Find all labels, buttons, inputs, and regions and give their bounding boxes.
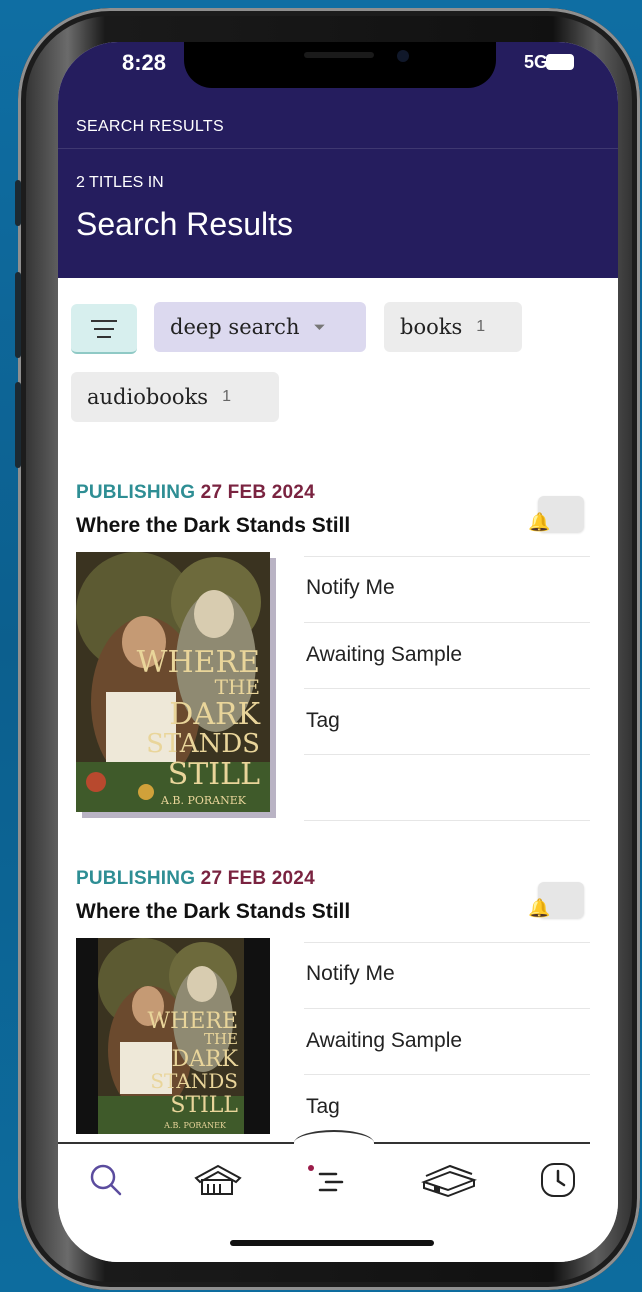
books-icon[interactable] (420, 1160, 478, 1200)
volume-down-button (15, 382, 21, 468)
publishing-date: 27 FEB 2024 (200, 868, 315, 889)
chip-audiobooks[interactable]: audiobooks 1 (71, 372, 279, 422)
volume-up-button (15, 272, 21, 358)
notify-me-action[interactable]: Notify Me (306, 962, 395, 986)
chip-audiobooks-count: 1 (222, 388, 231, 405)
battery-icon (546, 54, 574, 70)
book-cover[interactable]: WHERE THE DARK STANDS STILL A.B. PORANEK (76, 938, 270, 1134)
filter-button[interactable] (71, 304, 137, 354)
cover-title-line-2: THE (204, 1030, 238, 1048)
menu-icon[interactable] (306, 1160, 346, 1200)
book-title[interactable]: Where the Dark Stands Still (76, 514, 350, 538)
publishing-status: PUBLISHING 27 FEB 2024 (76, 482, 315, 504)
awaiting-sample-action[interactable]: Awaiting Sample (306, 1029, 462, 1053)
library-icon[interactable] (190, 1160, 246, 1200)
publishing-status: PUBLISHING 27 FEB 2024 (76, 868, 315, 890)
status-time: 8:28 (122, 50, 167, 75)
search-icon[interactable] (86, 1160, 126, 1200)
cover-title-line-4: STANDS (150, 1069, 238, 1093)
cover-author: A.B. PORANEK (163, 1121, 227, 1130)
book-cover[interactable]: WHERE THE DARK STANDS STILL A.B. PORANEK (76, 552, 270, 812)
tag-action[interactable]: Tag (306, 709, 340, 733)
book-title[interactable]: Where the Dark Stands Still (76, 900, 350, 924)
page-title: Search Results (76, 206, 293, 242)
cover-title-line-5: STILL (168, 757, 260, 792)
chip-deep-search[interactable]: deep search ⏷ (154, 302, 366, 352)
header-divider (58, 148, 618, 149)
chip-books-count: 1 (476, 318, 486, 335)
cover-title-line-2: THE (215, 675, 260, 699)
chip-books[interactable]: books 1 (384, 302, 522, 352)
status-network: 5G (523, 52, 548, 72)
home-indicator (230, 1240, 434, 1246)
camera-notch (184, 42, 496, 88)
title-count: 2 TITLES IN (76, 174, 164, 191)
breadcrumb[interactable]: SEARCH RESULTS (76, 118, 224, 136)
mute-switch (15, 180, 21, 226)
publishing-date: 27 FEB 2024 (200, 482, 315, 503)
chip-books-label: books (400, 315, 463, 339)
publishing-label: PUBLISHING (76, 868, 196, 889)
chip-audiobooks-label: audiobooks (87, 385, 209, 409)
app-screen: 8:28 5G SEARCH RESULTS 2 TITLES IN Searc… (58, 42, 618, 1262)
cover-title-line-3: DARK (169, 697, 260, 732)
camera-icon (397, 50, 409, 62)
cover-author: A.B. PORANEK (160, 794, 247, 807)
chip-deep-search-label: deep search (170, 315, 300, 339)
clock-icon[interactable] (538, 1160, 578, 1200)
speaker-grille (304, 52, 374, 58)
tag-action[interactable]: Tag (306, 1095, 340, 1119)
filter-icon (91, 320, 117, 322)
funnel-icon: ⏷ (313, 318, 326, 336)
notify-me-action[interactable]: Notify Me (306, 576, 395, 600)
awaiting-sample-action[interactable]: Awaiting Sample (306, 643, 462, 667)
publishing-label: PUBLISHING (76, 482, 196, 503)
cover-title-line-5: STILL (170, 1093, 238, 1118)
bell-icon: 🔔 (528, 512, 551, 532)
bell-icon: 🔔 (528, 898, 551, 918)
cover-title-line-4: STANDS (146, 729, 260, 759)
